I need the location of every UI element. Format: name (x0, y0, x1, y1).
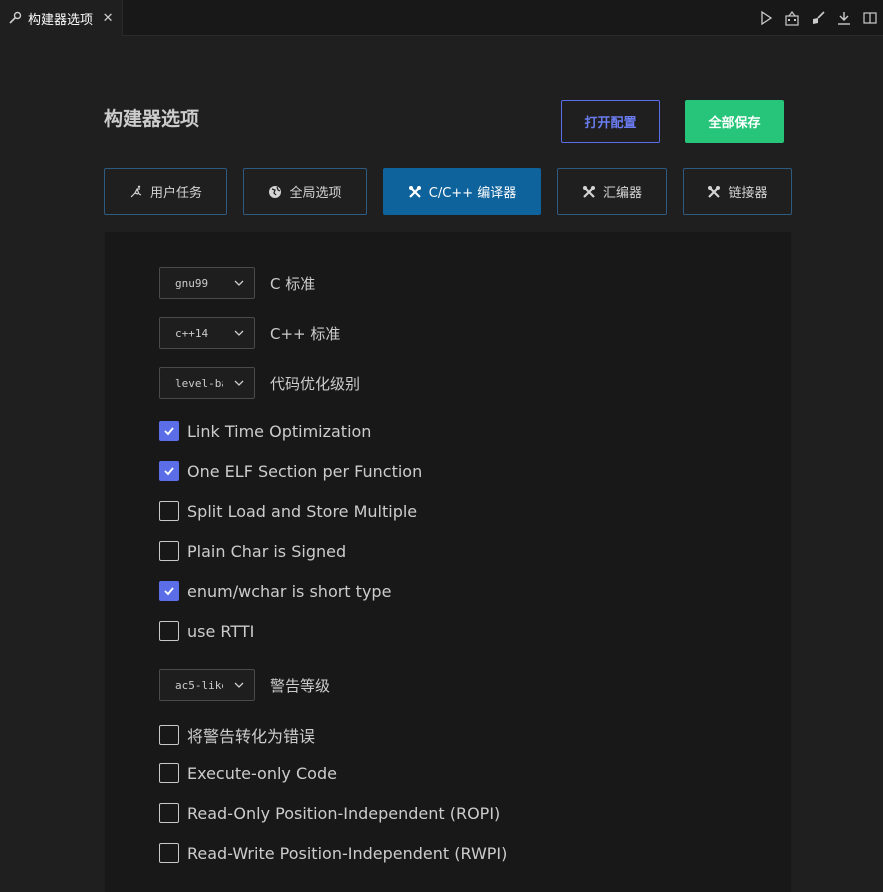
tab-linker-label: 链接器 (728, 186, 768, 201)
cpp-standard-label: C++ 标准 (270, 324, 341, 343)
checkbox[interactable] (159, 725, 179, 745)
tab-assembler-label: 汇编器 (602, 186, 642, 201)
tab-cpp-compiler[interactable]: C/C++ 编译器 (383, 168, 541, 215)
checkbox[interactable] (159, 501, 179, 521)
tab-user-tasks-label: 用户任务 (149, 186, 202, 201)
checkbox-label: Execute-only Code (187, 763, 337, 783)
checkbox[interactable] (159, 421, 179, 441)
checkbox-label: One ELF Section per Function (187, 461, 423, 481)
checkbox-label: use RTTI (187, 621, 255, 641)
warning-level-row: ac5-like-warnings 警告等级 (159, 669, 330, 701)
compiler-options-panel: gnu99 C 标准 c++14 C++ 标准 level-balanced 代… (105, 232, 791, 892)
checkbox-row[interactable]: Plain Char is Signed (159, 541, 346, 561)
checkbox-row[interactable]: Link Time Optimization (159, 421, 371, 441)
tab-global-options[interactable]: 全局选项 (243, 168, 367, 215)
checkbox-label: Plain Char is Signed (187, 541, 347, 561)
clean-icon[interactable] (805, 9, 831, 27)
tools-icon (708, 185, 721, 198)
optimization-label: 代码优化级别 (270, 374, 361, 393)
checkbox-row[interactable]: Execute-only Code (159, 763, 337, 783)
wrench-icon (9, 11, 22, 24)
checkmark-icon (164, 427, 174, 436)
checkbox[interactable] (159, 541, 179, 561)
c-standard-select[interactable]: gnu99 (159, 267, 255, 299)
checkmark-icon (164, 587, 174, 596)
checkbox-row[interactable]: use RTTI (159, 621, 254, 641)
page-title: 构建器选项 (104, 108, 200, 130)
checkbox-row[interactable]: One ELF Section per Function (159, 461, 422, 481)
checkbox-row[interactable]: enum/wchar is short type (159, 581, 391, 601)
checkbox-label: Split Load and Store Multiple (187, 501, 418, 521)
checkbox[interactable] (159, 581, 179, 601)
chevron-down-icon (234, 682, 244, 688)
checkbox-row[interactable]: 将警告转化为错误 (159, 723, 315, 747)
editor-tab[interactable]: 构建器选项 ✕ (0, 0, 123, 36)
optimization-row: level-balanced 代码优化级别 (159, 367, 360, 399)
checkmark-icon (164, 467, 174, 476)
build-icon[interactable] (779, 9, 805, 27)
editor-tab-title: 构建器选项 (28, 12, 94, 28)
cpp-standard-value: c++14 (175, 326, 209, 340)
warning-level-label: 警告等级 (270, 676, 331, 695)
checkbox-row[interactable]: Read-Write Position-Independent (RWPI) (159, 843, 507, 863)
close-icon[interactable]: ✕ (101, 11, 115, 26)
globe-icon (269, 185, 282, 198)
title-bar: 构建器选项 ✕ (0, 0, 883, 36)
tools-icon (582, 185, 595, 198)
editor-actions (753, 9, 883, 27)
checkbox-label: Link Time Optimization (187, 421, 372, 441)
warning-level-value: ac5-like-warnings (175, 678, 223, 692)
checkbox-label: enum/wchar is short type (187, 581, 392, 601)
tab-linker[interactable]: 链接器 (683, 168, 792, 215)
optimization-value: level-balanced (175, 376, 223, 390)
checkbox-row[interactable]: Read-Only Position-Independent (ROPI) (159, 803, 500, 823)
checkbox[interactable] (159, 461, 179, 481)
tab-user-tasks[interactable]: 用户任务 (104, 168, 227, 215)
chevron-down-icon (234, 280, 244, 286)
c-standard-row: gnu99 C 标准 (159, 267, 315, 299)
checkbox[interactable] (159, 763, 179, 783)
checkbox[interactable] (159, 621, 179, 641)
c-standard-label: C 标准 (270, 274, 316, 293)
cpp-standard-row: c++14 C++ 标准 (159, 317, 340, 349)
chevron-down-icon (234, 330, 244, 336)
open-config-button[interactable]: 打开配置 (561, 100, 660, 143)
c-standard-value: gnu99 (175, 276, 209, 290)
builder-options-view: 构建器选项 打开配置 全部保存 用户任务 全局选项 C/C++ 编译器 汇编器 … (0, 37, 883, 892)
tab-global-options-label: 全局选项 (289, 186, 342, 201)
checkbox-label: Read-Write Position-Independent (RWPI) (187, 843, 508, 863)
optimization-select[interactable]: level-balanced (159, 367, 255, 399)
checkbox-row[interactable]: Split Load and Store Multiple (159, 501, 417, 521)
checkbox-label: Read-Only Position-Independent (ROPI) (187, 803, 501, 823)
run-task-icon (130, 185, 142, 197)
split-editor-icon[interactable] (857, 9, 883, 27)
checkbox[interactable] (159, 843, 179, 863)
run-icon[interactable] (753, 9, 779, 27)
cpp-standard-select[interactable]: c++14 (159, 317, 255, 349)
save-all-button[interactable]: 全部保存 (685, 100, 784, 143)
chevron-down-icon (234, 380, 244, 386)
tools-icon (408, 185, 421, 198)
checkbox-label: 将警告转化为错误 (187, 727, 316, 746)
download-icon[interactable] (831, 9, 857, 27)
tab-cpp-compiler-label: C/C++ 编译器 (428, 186, 517, 201)
tab-assembler[interactable]: 汇编器 (557, 168, 667, 215)
checkbox[interactable] (159, 803, 179, 823)
warning-level-select[interactable]: ac5-like-warnings (159, 669, 255, 701)
